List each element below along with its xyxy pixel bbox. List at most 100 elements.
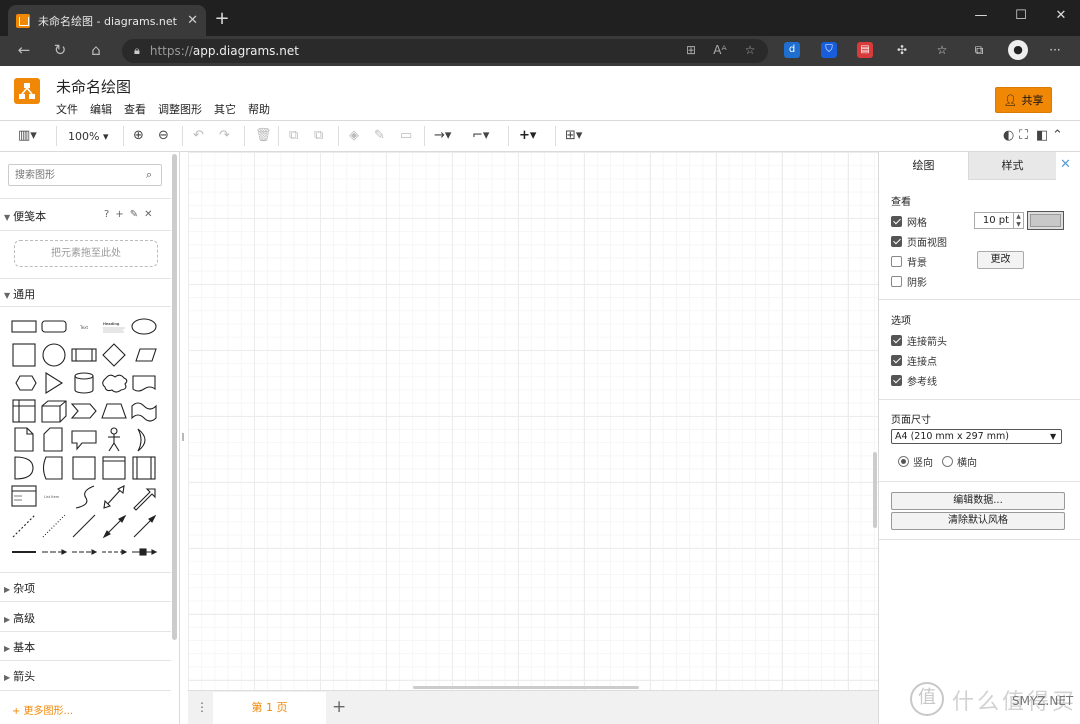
- checkbox-unchecked[interactable]: [891, 256, 902, 267]
- maximize-icon[interactable]: ☐: [1006, 8, 1036, 23]
- canvas-vertical-scrollbar[interactable]: [873, 452, 877, 528]
- minimize-icon[interactable]: —: [966, 8, 996, 23]
- checkbox-checked[interactable]: [891, 216, 902, 227]
- menu-arrange[interactable]: 调整图形: [158, 101, 202, 117]
- shape-actor[interactable]: [108, 427, 120, 452]
- share-button[interactable]: 👤︎ 共享: [995, 87, 1052, 113]
- collections-icon[interactable]: ⧉: [970, 43, 988, 58]
- section-misc[interactable]: ▶ 杂项: [4, 580, 35, 596]
- scratchpad-dropzone[interactable]: 把元素拖至此处: [14, 240, 158, 267]
- shape-diamond[interactable]: [102, 343, 126, 367]
- shape-cylinder[interactable]: [74, 372, 94, 394]
- edit-data-button[interactable]: 编辑数据...: [891, 492, 1065, 510]
- section-general[interactable]: ▼ 通用: [4, 286, 35, 302]
- shape-data-storage[interactable]: [42, 456, 63, 480]
- add-icon[interactable]: +: [115, 209, 123, 220]
- shape-line[interactable]: [72, 514, 96, 538]
- home-icon[interactable]: ⌂: [84, 41, 108, 59]
- shape-link-arrow-2[interactable]: [72, 549, 98, 555]
- shape-callout[interactable]: [71, 430, 97, 451]
- zoom-in-icon[interactable]: ⊕: [133, 128, 144, 144]
- extension-d-icon[interactable]: d: [784, 42, 800, 58]
- zoom-dropdown[interactable]: 100% ▾: [68, 130, 108, 143]
- clear-default-style-button[interactable]: 清除默认风格: [891, 512, 1065, 530]
- to-front-icon[interactable]: ⧉: [289, 128, 298, 144]
- background-checkbox[interactable]: 背景: [891, 254, 927, 269]
- section-arrows[interactable]: ▶ 箭头: [4, 668, 35, 684]
- grid-size-input[interactable]: 10 pt: [974, 212, 1014, 229]
- format-panel-icon[interactable]: ◧: [1036, 128, 1048, 144]
- favorites-icon[interactable]: ☆: [933, 43, 951, 57]
- insert-plus-icon[interactable]: +▾: [519, 128, 536, 144]
- to-back-icon[interactable]: ⧉: [314, 128, 323, 144]
- undo-icon[interactable]: ↶: [193, 128, 204, 144]
- new-tab-icon[interactable]: +: [212, 8, 232, 29]
- checkbox-checked[interactable]: [891, 236, 902, 247]
- shape-bidirectional-connector[interactable]: [102, 514, 127, 539]
- help-icon[interactable]: ?: [104, 209, 109, 220]
- shape-step[interactable]: [70, 403, 97, 419]
- edit-icon[interactable]: ✎: [130, 209, 138, 220]
- checkbox-unchecked[interactable]: [891, 276, 902, 287]
- shape-square[interactable]: [12, 343, 36, 367]
- checkbox-checked[interactable]: [891, 375, 902, 386]
- grid-size-stepper[interactable]: ▲ ▼: [1014, 212, 1024, 229]
- drawio-logo-icon[interactable]: [14, 78, 40, 104]
- shape-triangle[interactable]: [45, 372, 64, 394]
- shape-internal-storage[interactable]: [12, 399, 36, 423]
- shape-curve[interactable]: [75, 485, 95, 509]
- section-basic[interactable]: ▶ 基本: [4, 639, 35, 655]
- favorite-add-icon[interactable]: ☆: [741, 43, 759, 57]
- waypoints-icon[interactable]: ⌐▾: [472, 128, 489, 144]
- page-size-select[interactable]: A4 (210 mm x 297 mm): [891, 429, 1062, 444]
- close-icon[interactable]: ✕: [144, 209, 152, 220]
- shape-link-arrow[interactable]: [42, 549, 68, 555]
- page-view-checkbox[interactable]: 页面视图: [891, 234, 947, 249]
- connection-style-icon[interactable]: →▾: [434, 128, 451, 144]
- menu-edit[interactable]: 编辑: [90, 101, 112, 117]
- menu-extras[interactable]: 其它: [214, 101, 236, 117]
- shape-swimlane[interactable]: [132, 456, 156, 480]
- shape-dotted-line[interactable]: [42, 514, 66, 538]
- read-aloud-icon[interactable]: Aᴬ: [711, 43, 729, 57]
- shape-trapezoid[interactable]: [101, 403, 127, 419]
- shape-note[interactable]: [14, 427, 34, 452]
- dark-mode-icon[interactable]: ◐: [1003, 128, 1014, 144]
- menu-file[interactable]: 文件: [56, 101, 78, 117]
- shape-rectangle[interactable]: [11, 320, 37, 333]
- document-title[interactable]: 未命名绘图: [56, 76, 131, 97]
- checkbox-checked[interactable]: [891, 355, 902, 366]
- menu-view[interactable]: 查看: [124, 101, 146, 117]
- sidebar-resize-handle[interactable]: ‖: [181, 432, 185, 441]
- shape-dashed-line[interactable]: [12, 514, 36, 538]
- shadow-checkbox[interactable]: 阴影: [891, 274, 927, 289]
- shape-arrow[interactable]: [133, 488, 156, 511]
- fill-color-icon[interactable]: ◈: [349, 128, 359, 144]
- shape-document[interactable]: [132, 375, 156, 392]
- search-icon[interactable]: ⌕: [146, 168, 152, 182]
- section-advanced[interactable]: ▶ 高级: [4, 610, 35, 626]
- extension-red-icon[interactable]: ▤: [857, 42, 873, 58]
- shape-process[interactable]: [71, 348, 97, 362]
- shape-container[interactable]: [102, 456, 126, 480]
- shape-heading[interactable]: Heading: [103, 322, 120, 326]
- view-panels-icon[interactable]: ▥▾: [18, 128, 37, 144]
- sidebar-scrollbar[interactable]: [172, 154, 177, 640]
- grid-checkbox[interactable]: 网格: [891, 214, 927, 229]
- grid-color-button[interactable]: [1027, 211, 1064, 230]
- zoom-out-icon[interactable]: ⊖: [158, 128, 169, 144]
- line-color-icon[interactable]: ✎: [374, 128, 385, 144]
- shape-cloud[interactable]: [102, 374, 128, 393]
- radio-selected[interactable]: [898, 456, 909, 467]
- more-shapes-link[interactable]: + 更多图形...: [12, 702, 73, 717]
- url-field[interactable]: 🔒︎ https://app.diagrams.net: [122, 39, 768, 63]
- connection-points-checkbox[interactable]: 连接点: [891, 353, 937, 368]
- shape-square-2[interactable]: [72, 456, 96, 480]
- app-available-icon[interactable]: ⊞: [682, 43, 700, 57]
- page-tab-1[interactable]: 第 1 页: [213, 692, 326, 724]
- shape-circle[interactable]: [42, 343, 66, 367]
- portrait-radio[interactable]: 竖向: [898, 454, 933, 469]
- shape-rounded-rectangle[interactable]: [41, 320, 67, 333]
- shape-ellipse[interactable]: [131, 318, 157, 335]
- shape-card[interactable]: [43, 427, 63, 452]
